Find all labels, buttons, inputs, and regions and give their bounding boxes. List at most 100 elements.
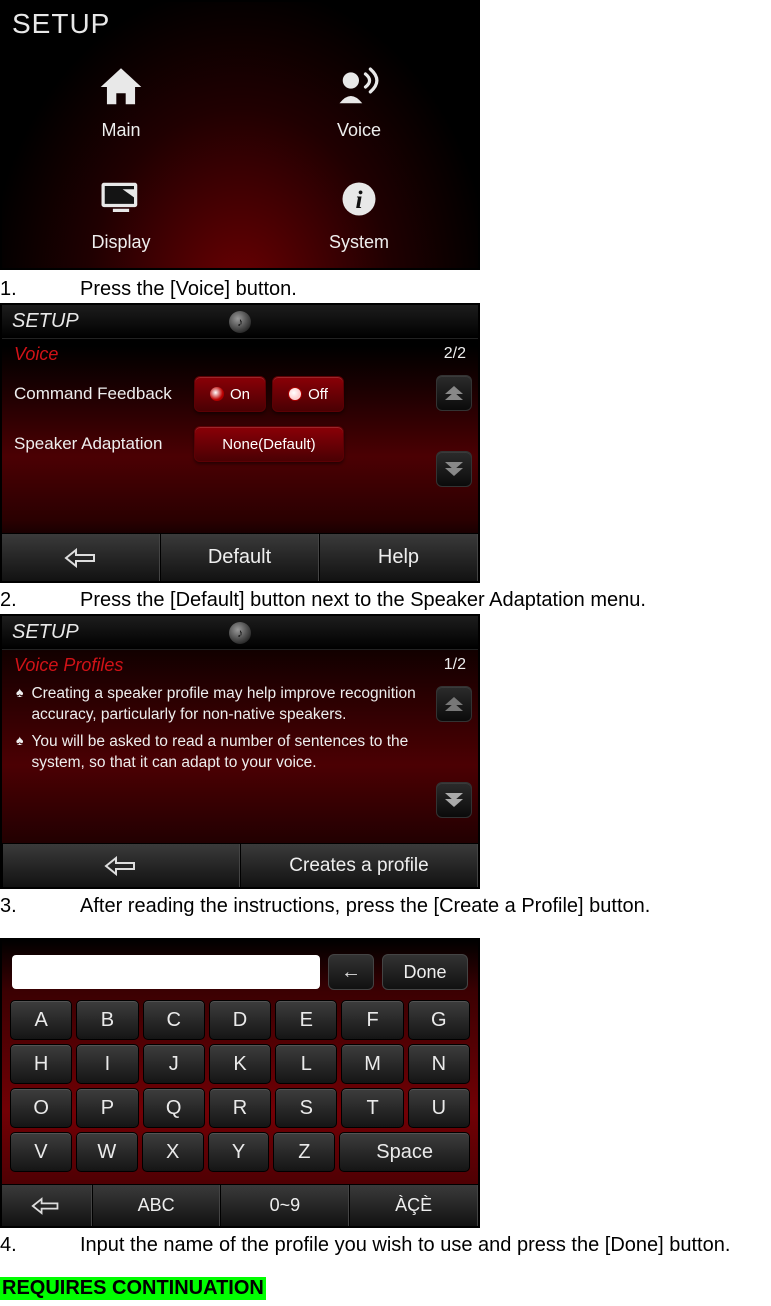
back-button[interactable]	[2, 844, 240, 887]
music-icon[interactable]: ♪	[229, 622, 251, 644]
home-icon	[94, 60, 148, 114]
key[interactable]: H	[10, 1044, 72, 1084]
key[interactable]: R	[209, 1088, 271, 1128]
key[interactable]: J	[143, 1044, 205, 1084]
key[interactable]: X	[142, 1132, 204, 1172]
titlebar-text: SETUP	[12, 310, 79, 333]
instruction-step-4: 4. Input the name of the profile you wis…	[0, 1234, 771, 1257]
backspace-button[interactable]: ←	[328, 954, 374, 990]
bullet-item: ♠ Creating a speaker profile may help im…	[16, 684, 434, 726]
key[interactable]: E	[275, 1000, 337, 1040]
off-button[interactable]: Off	[272, 376, 344, 412]
setup-item-label: System	[329, 232, 389, 253]
back-button[interactable]	[2, 534, 160, 581]
section-title: Voice	[14, 344, 58, 365]
radio-off-icon	[288, 387, 302, 401]
voice-icon	[332, 60, 386, 114]
key[interactable]: M	[341, 1044, 403, 1084]
step-text: Input the name of the profile you wish t…	[80, 1234, 730, 1257]
key[interactable]: N	[408, 1044, 470, 1084]
key[interactable]: Z	[273, 1132, 335, 1172]
scroll-up-button[interactable]	[436, 375, 472, 411]
setup-item-system[interactable]: i System	[240, 156, 478, 268]
instruction-step-2: 2. Press the [Default] button next to th…	[0, 589, 771, 612]
titlebar: SETUP ♪	[2, 616, 478, 650]
requires-continuation-marker: REQUIRES CONTINUATION	[0, 1277, 266, 1300]
key[interactable]: I	[76, 1044, 138, 1084]
back-icon	[104, 856, 138, 876]
keyboard-row: A B C D E F G	[10, 1000, 470, 1040]
setup-item-display[interactable]: Display	[2, 156, 240, 268]
input-row: ← Done	[2, 940, 478, 1000]
abc-mode-button[interactable]: ABC	[92, 1185, 221, 1226]
setup-item-main[interactable]: Main	[2, 44, 240, 156]
key[interactable]: F	[341, 1000, 403, 1040]
key[interactable]: A	[10, 1000, 72, 1040]
speaker-adaptation-value-button[interactable]: None(Default)	[194, 426, 344, 462]
key[interactable]: Y	[208, 1132, 270, 1172]
done-button[interactable]: Done	[382, 954, 468, 990]
key[interactable]: B	[76, 1000, 138, 1040]
create-profile-label: Creates a profile	[289, 855, 428, 877]
key[interactable]: D	[209, 1000, 271, 1040]
off-label: Off	[308, 386, 328, 403]
back-button[interactable]	[2, 1185, 92, 1226]
section-header: Voice Profiles 1/2	[2, 650, 478, 680]
system-icon: i	[332, 172, 386, 226]
radio-on-icon	[210, 387, 224, 401]
page-indicator: 2/2	[444, 345, 466, 363]
instruction-step-1: 1. Press the [Voice] button.	[0, 278, 771, 301]
key[interactable]: W	[76, 1132, 138, 1172]
key[interactable]: O	[10, 1088, 72, 1128]
step-number: 3.	[0, 895, 80, 918]
keyboard-row: H I J K L M N	[10, 1044, 470, 1084]
setup-item-label: Voice	[337, 120, 381, 141]
back-icon	[64, 548, 98, 568]
screenshot-voice-profiles: SETUP ♪ Voice Profiles 1/2 ♠ Creating a …	[0, 614, 480, 889]
bottom-bar: Default Help	[2, 533, 478, 581]
step-number: 4.	[0, 1234, 80, 1257]
key[interactable]: S	[275, 1088, 337, 1128]
spade-icon: ♠	[16, 732, 23, 774]
key[interactable]: U	[408, 1088, 470, 1128]
setup-item-voice[interactable]: Voice	[240, 44, 478, 156]
numeric-mode-button[interactable]: 0~9	[220, 1185, 349, 1226]
scroll-up-button[interactable]	[436, 686, 472, 722]
default-button[interactable]: Default	[160, 534, 319, 581]
screenshot-setup-grid: SETUP Main Voice	[0, 0, 480, 270]
abc-label: ABC	[138, 1195, 175, 1216]
setup-title: SETUP	[12, 8, 110, 40]
create-profile-button[interactable]: Creates a profile	[240, 844, 478, 887]
screenshot-keyboard: ← Done A B C D E F G H I J K L M N O P Q	[0, 938, 480, 1228]
key[interactable]: P	[76, 1088, 138, 1128]
key[interactable]: G	[408, 1000, 470, 1040]
step-text: Press the [Voice] button.	[80, 278, 297, 301]
bullet-item: ♠ You will be asked to read a number of …	[16, 732, 434, 774]
space-key[interactable]: Space	[339, 1132, 470, 1172]
acc-label: ÀÇÈ	[395, 1195, 432, 1216]
key[interactable]: K	[209, 1044, 271, 1084]
key[interactable]: V	[10, 1132, 72, 1172]
key[interactable]: T	[341, 1088, 403, 1128]
step-number: 2.	[0, 589, 80, 612]
spade-icon: ♠	[16, 684, 23, 726]
instruction-step-3: 3. After reading the instructions, press…	[0, 895, 771, 918]
bottom-bar: Creates a profile	[2, 843, 478, 887]
scroll-down-button[interactable]	[436, 451, 472, 487]
default-label: Default	[208, 546, 271, 569]
backspace-icon: ←	[341, 961, 361, 984]
titlebar-text: SETUP	[12, 621, 79, 644]
key[interactable]: C	[143, 1000, 205, 1040]
music-icon[interactable]: ♪	[229, 311, 251, 333]
screenshot-voice-settings: SETUP ♪ Voice 2/2 Command Feedback On Of…	[0, 303, 480, 583]
on-off-segment: On Off	[194, 376, 344, 412]
key[interactable]: L	[275, 1044, 337, 1084]
name-input[interactable]	[12, 955, 320, 989]
accent-mode-button[interactable]: ÀÇÈ	[349, 1185, 478, 1226]
help-button[interactable]: Help	[319, 534, 478, 581]
key[interactable]: Q	[143, 1088, 205, 1128]
step-text: Press the [Default] button next to the S…	[80, 589, 646, 612]
scroll-down-button[interactable]	[436, 782, 472, 818]
titlebar: SETUP ♪	[2, 305, 478, 339]
on-button[interactable]: On	[194, 376, 266, 412]
